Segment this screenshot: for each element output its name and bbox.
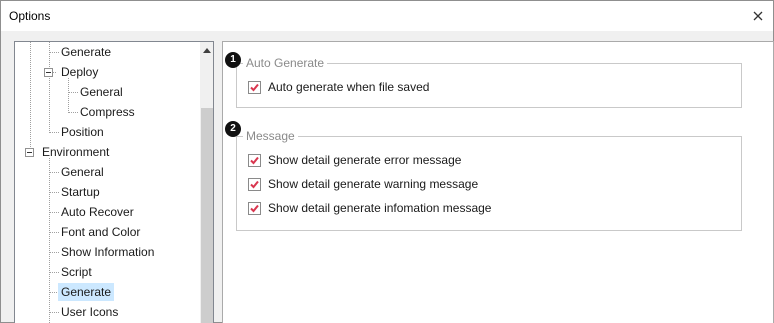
callout-badge-2: 2 bbox=[225, 121, 241, 137]
checkmark-icon bbox=[250, 204, 259, 212]
tree-item-startup[interactable]: Startup bbox=[58, 183, 103, 201]
tree-item-generate[interactable]: Generate bbox=[58, 43, 114, 61]
information-message-checkbox[interactable] bbox=[248, 201, 261, 215]
options-tree[interactable]: Generate Deploy General Compress Positio… bbox=[14, 41, 214, 323]
tree-item-font-and-color[interactable]: Font and Color bbox=[58, 223, 143, 241]
auto-generate-option[interactable]: Auto generate when file saved bbox=[248, 79, 429, 95]
tree-item-auto-recover[interactable]: Auto Recover bbox=[58, 203, 137, 221]
error-message-option[interactable]: Show detail generate error message bbox=[248, 152, 461, 168]
warning-message-checkbox[interactable] bbox=[248, 177, 261, 191]
window-title: Options bbox=[9, 9, 51, 23]
tree-item-environment-general[interactable]: General bbox=[58, 163, 107, 181]
close-icon bbox=[753, 11, 763, 21]
environment-collapse-icon[interactable] bbox=[25, 148, 34, 157]
close-button[interactable] bbox=[747, 6, 769, 26]
warning-message-label: Show detail generate warning message bbox=[268, 177, 479, 191]
message-group-title: Message bbox=[243, 129, 298, 143]
title-bar: Options bbox=[1, 1, 773, 31]
scroll-up-button[interactable] bbox=[200, 42, 213, 58]
tree-scrollbar[interactable] bbox=[200, 42, 213, 323]
tree-item-script[interactable]: Script bbox=[58, 263, 95, 281]
tree-item-compress[interactable]: Compress bbox=[77, 103, 138, 121]
tree-item-deploy[interactable]: Deploy bbox=[58, 63, 101, 81]
tree-item-environment-generate[interactable]: Generate bbox=[58, 283, 115, 301]
tree-item-deploy-general[interactable]: General bbox=[77, 83, 126, 101]
tree-item-user-icons[interactable]: User Icons bbox=[58, 303, 121, 321]
checkmark-icon bbox=[250, 180, 259, 188]
auto-generate-label: Auto generate when file saved bbox=[268, 80, 430, 94]
deploy-collapse-icon[interactable] bbox=[44, 68, 53, 77]
auto-generate-group-title: Auto Generate bbox=[243, 56, 328, 70]
information-message-option[interactable]: Show detail generate infomation message bbox=[248, 200, 491, 216]
tree-item-environment[interactable]: Environment bbox=[39, 143, 112, 161]
checkmark-icon bbox=[250, 83, 259, 91]
options-dialog: Options Generate Deploy General Compress… bbox=[0, 0, 774, 323]
information-message-label: Show detail generate infomation message bbox=[268, 201, 492, 215]
warning-message-option[interactable]: Show detail generate warning message bbox=[248, 176, 478, 192]
error-message-label: Show detail generate error message bbox=[268, 153, 462, 167]
scroll-thumb[interactable] bbox=[201, 108, 213, 323]
auto-generate-checkbox[interactable] bbox=[248, 80, 261, 94]
callout-badge-1: 1 bbox=[225, 52, 241, 68]
checkmark-icon bbox=[250, 156, 259, 164]
scroll-up-arrow-icon bbox=[203, 47, 211, 53]
tree-item-show-information[interactable]: Show Information bbox=[58, 243, 157, 261]
settings-panel: Auto Generate 1 Auto generate when file … bbox=[222, 41, 774, 323]
tree-item-position[interactable]: Position bbox=[58, 123, 107, 141]
error-message-checkbox[interactable] bbox=[248, 153, 261, 167]
